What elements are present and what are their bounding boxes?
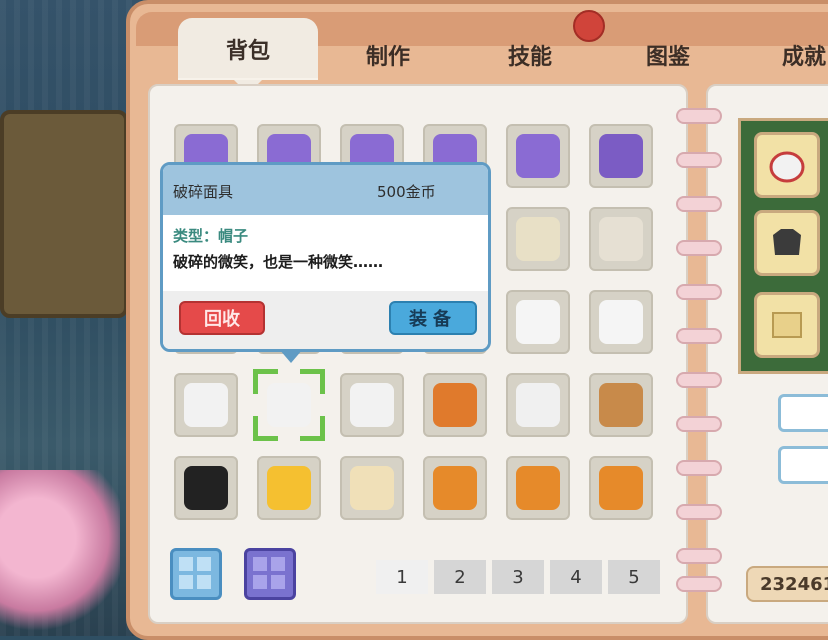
coin-amount: 232461 xyxy=(760,573,828,595)
feather-headdress-icon xyxy=(599,217,643,261)
equip-slot-pants[interactable] xyxy=(754,292,820,358)
black-ears-icon xyxy=(184,466,228,510)
broken-mask-icon xyxy=(350,383,394,427)
item-price: 500金币 xyxy=(377,183,436,201)
selection-corner xyxy=(253,369,278,394)
selection-corner xyxy=(300,416,325,441)
tab-achievements[interactable]: 成就 xyxy=(752,30,828,80)
inventory-slot[interactable] xyxy=(589,124,653,188)
equip-button[interactable]: 装备 xyxy=(389,301,477,335)
inventory-slot[interactable] xyxy=(423,456,487,520)
equip-slot-hat[interactable] xyxy=(754,132,820,198)
inventory-slot[interactable] xyxy=(257,456,321,520)
item-description: 破碎的微笑，也是一种微笑…… xyxy=(173,253,384,271)
inventory-slot[interactable] xyxy=(253,369,325,441)
binder-ring xyxy=(676,152,722,168)
binder-ring xyxy=(676,328,722,344)
fox-mask-icon xyxy=(184,383,228,427)
side-option-box[interactable] xyxy=(778,446,828,484)
binder-ring xyxy=(676,460,722,476)
puppy-hat-icon xyxy=(350,466,394,510)
pants-icon xyxy=(772,312,802,338)
inventory-slot[interactable] xyxy=(340,373,404,437)
tab-crafting[interactable]: 制作 xyxy=(336,30,440,80)
binder-ring xyxy=(676,108,722,124)
flame-spirit-icon xyxy=(433,383,477,427)
page-button-4[interactable]: 4 xyxy=(550,560,602,594)
binder-ring xyxy=(676,284,722,300)
inventory-slot[interactable] xyxy=(506,207,570,271)
lion-dance-hat-icon xyxy=(433,466,477,510)
panda-hat-icon xyxy=(516,383,560,427)
category-all-button[interactable] xyxy=(170,548,222,600)
page-button-2[interactable]: 2 xyxy=(434,560,486,594)
binder-ring xyxy=(676,576,722,592)
inventory-slot[interactable] xyxy=(589,373,653,437)
inventory-slot[interactable] xyxy=(506,290,570,354)
inventory-slot[interactable] xyxy=(423,373,487,437)
page-button-5[interactable]: 5 xyxy=(608,560,660,594)
selection-corner xyxy=(300,369,325,394)
equip-slot-top[interactable] xyxy=(754,210,820,276)
diamond-grid-icon xyxy=(253,557,285,589)
tab-skills[interactable]: 技能 xyxy=(478,30,582,80)
inventory-slot[interactable] xyxy=(340,456,404,520)
helmet-icon xyxy=(769,151,805,183)
chick-hat-icon xyxy=(267,466,311,510)
scream-mask-icon xyxy=(516,300,560,344)
category-other-button[interactable] xyxy=(244,548,296,600)
bear-hat-icon xyxy=(599,383,643,427)
page-button-3[interactable]: 3 xyxy=(492,560,544,594)
coin-counter: 232461 xyxy=(746,566,828,602)
page-button-1[interactable]: 1 xyxy=(376,560,428,594)
binder-ring xyxy=(676,548,722,564)
item-tooltip: 破碎面具 500金币 类型：帽子 破碎的微笑，也是一种微笑…… 回收 装备 xyxy=(160,162,491,363)
recycle-button[interactable]: 回收 xyxy=(179,301,265,335)
inventory-slot[interactable] xyxy=(506,373,570,437)
inventory-slot[interactable] xyxy=(506,456,570,520)
tab-collection[interactable]: 图鉴 xyxy=(616,30,720,80)
inventory-slot[interactable] xyxy=(589,456,653,520)
item-type: 类型：帽子 xyxy=(173,227,249,245)
item-name: 破碎面具 xyxy=(173,183,234,201)
inventory-slot[interactable] xyxy=(589,290,653,354)
binder-ring xyxy=(676,416,722,432)
binder-ring xyxy=(676,504,722,520)
shirt-icon xyxy=(773,229,801,255)
selection-corner xyxy=(253,416,278,441)
skull-mask-icon xyxy=(516,217,560,261)
world-background xyxy=(0,0,140,636)
lion-dance-hat-icon xyxy=(599,466,643,510)
inventory-slot[interactable] xyxy=(174,373,238,437)
island-platform xyxy=(0,110,128,318)
inventory-slot[interactable] xyxy=(506,124,570,188)
lion-dance-hat-icon xyxy=(516,466,560,510)
binder-ring xyxy=(676,372,722,388)
scream-mask-icon xyxy=(599,300,643,344)
cherry-blossom-tree xyxy=(0,470,120,636)
tab-backpack[interactable]: 背包 xyxy=(178,18,318,94)
binder-ring xyxy=(676,240,722,256)
inventory-slot[interactable] xyxy=(174,456,238,520)
tooltip-pointer xyxy=(279,349,303,363)
grid-icon xyxy=(179,557,211,589)
binder-ring xyxy=(676,196,722,212)
watering-can-icon xyxy=(599,134,643,178)
side-option-box[interactable] xyxy=(778,394,828,432)
inventory-slot[interactable] xyxy=(589,207,653,271)
shovel-icon xyxy=(516,134,560,178)
